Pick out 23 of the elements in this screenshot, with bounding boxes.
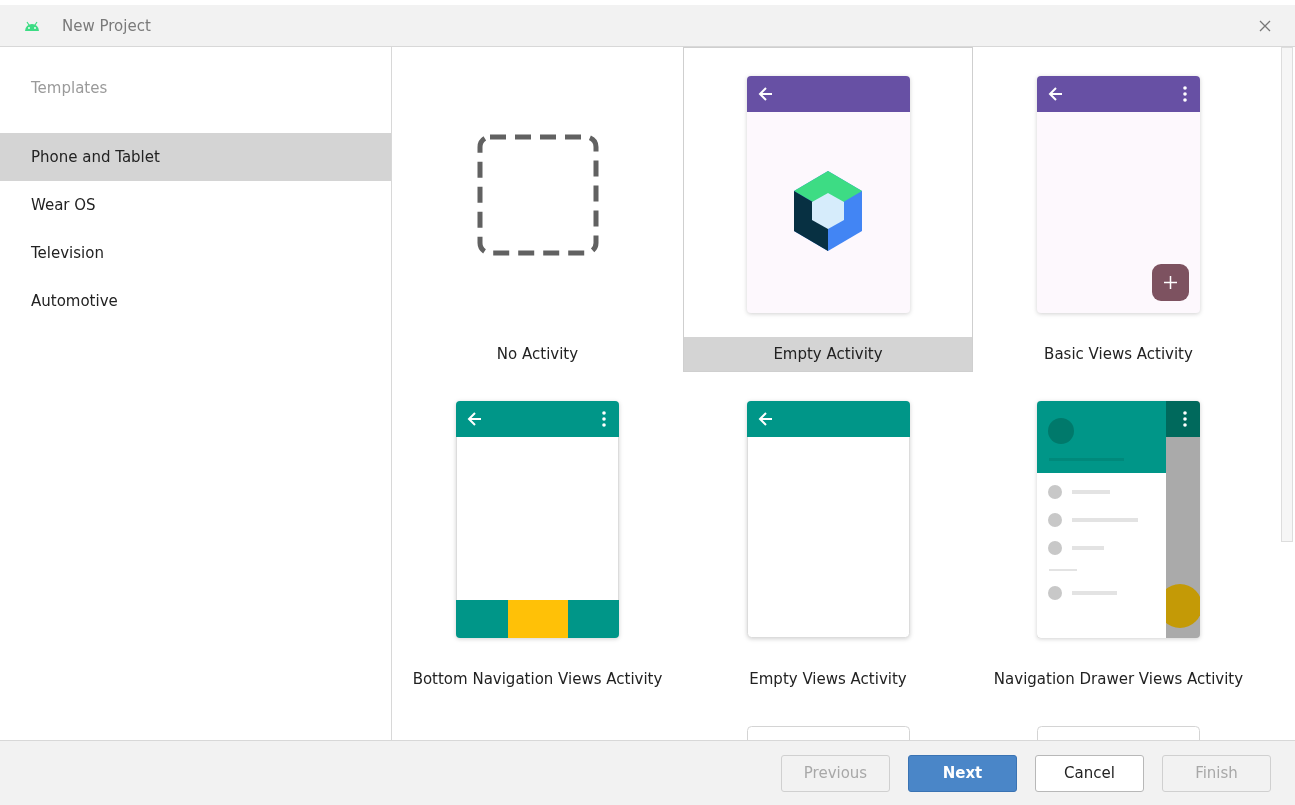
window-title: New Project xyxy=(62,16,152,35)
template-label: Basic Views Activity xyxy=(1043,344,1194,365)
template-label: Navigation Drawer Views Activity xyxy=(992,669,1245,690)
template-label: No Activity xyxy=(495,344,580,365)
template-label: Empty Views Activity xyxy=(748,669,908,690)
template-label: Empty Activity xyxy=(684,337,972,371)
scrollbar-thumb[interactable] xyxy=(1281,47,1293,542)
template-card[interactable]: Empty Views Activity xyxy=(683,372,973,697)
template-card[interactable]: Bottom Navigation Views Activity xyxy=(392,372,683,697)
sidebar-heading: Templates xyxy=(30,79,109,99)
template-card[interactable]: Basic Views Activity xyxy=(973,47,1264,372)
dialog-button[interactable]: Cancel xyxy=(1035,754,1144,792)
sidebar-item[interactable]: Television xyxy=(0,229,391,277)
template-card[interactable]: Navigation Drawer Views Activity xyxy=(973,372,1264,697)
sidebar-item[interactable]: Wear OS xyxy=(0,181,391,229)
template-card[interactable]: No Activity xyxy=(392,47,683,372)
template-label: Bottom Navigation Views Activity xyxy=(411,669,664,690)
sidebar-item[interactable]: Automotive xyxy=(0,277,391,325)
dialog-button[interactable]: Next xyxy=(908,754,1017,792)
android-icon xyxy=(24,20,40,31)
sidebar-item[interactable]: Phone and Tablet xyxy=(0,133,391,181)
template-card[interactable]: Empty Activity xyxy=(683,47,973,372)
dashed-square-icon xyxy=(476,134,599,256)
